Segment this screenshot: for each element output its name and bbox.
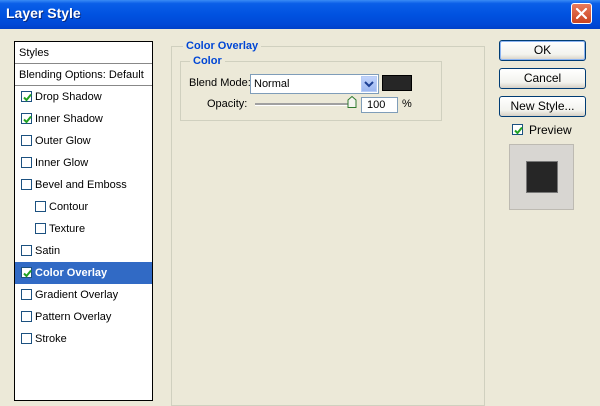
styles-item-label: Satin [35,245,61,257]
checkmark-icon [514,126,523,135]
styles-item-label: Inner Shadow [35,113,103,125]
styles-item-label: Inner Glow [35,157,89,169]
preview-label: Preview [529,123,572,137]
dropdown-button[interactable] [361,76,377,92]
styles-item-contour[interactable]: Contour [15,196,152,218]
styles-item-label: Blending Options: Default [19,69,144,81]
styles-item-label: Texture [49,223,86,235]
checkmark-icon [23,115,32,124]
opacity-unit: % [402,98,412,110]
chevron-down-icon [364,81,374,88]
styles-item-label: Drop Shadow [35,91,102,103]
styles-item-satin[interactable]: Satin [15,240,152,262]
preview-thumbnail [526,161,558,193]
styles-item-outer-glow[interactable]: Outer Glow [15,130,152,152]
styles-item-gradient-overlay[interactable]: Gradient Overlay [15,284,152,306]
cancel-button[interactable]: Cancel [499,68,586,89]
styles-header-label: Styles [19,47,49,59]
styles-item-checkbox[interactable] [21,289,32,300]
opacity-label: Opacity: [207,98,248,110]
window-title: Layer Style [6,5,81,21]
styles-item-label: Bevel and Emboss [35,179,127,191]
blend-mode-value: Normal [254,78,290,90]
styles-item-color-overlay[interactable]: Color Overlay [15,262,152,284]
styles-item-checkbox[interactable] [35,223,46,234]
styles-item-checkbox[interactable] [21,135,32,146]
styles-item-inner-shadow[interactable]: Inner Shadow [15,108,152,130]
styles-item-drop-shadow[interactable]: Drop Shadow [15,86,152,108]
styles-item-pattern-overlay[interactable]: Pattern Overlay [15,306,152,328]
styles-item-label: Contour [49,201,89,213]
styles-item-label: Color Overlay [35,267,108,279]
slider-thumb-icon[interactable] [347,96,357,108]
styles-item-blending-options-default[interactable]: Blending Options: Default [15,64,152,86]
styles-item-checkbox[interactable] [21,179,32,190]
opacity-slider-track[interactable] [255,103,353,106]
close-icon [575,7,588,20]
styles-list: Styles Blending Options: Default Drop Sha… [14,41,153,401]
color-overlay-title: Color Overlay [183,40,262,52]
opacity-value: 100 [367,99,386,111]
styles-header[interactable]: Styles [15,42,152,64]
blend-mode-label: Blend Mode: [189,77,251,89]
styles-item-label: Gradient Overlay [35,289,119,301]
styles-item-checkbox[interactable] [21,333,32,344]
preview-checkbox[interactable] [512,124,523,135]
color-subgroup-title: Color [190,55,225,67]
styles-item-checkbox[interactable] [21,245,32,256]
styles-item-texture[interactable]: Texture [15,218,152,240]
styles-item-label: Pattern Overlay [35,311,112,323]
new-style-button[interactable]: New Style... [499,96,586,117]
styles-item-checkbox[interactable] [21,91,32,102]
checkmark-icon [23,93,32,102]
overlay-color-swatch[interactable] [382,75,412,91]
title-bar[interactable]: Layer Style [0,0,600,29]
styles-item-bevel-and-emboss[interactable]: Bevel and Emboss [15,174,152,196]
ok-button[interactable]: OK [499,40,586,61]
opacity-input[interactable]: 100 [361,97,398,113]
checkmark-icon [23,269,32,278]
styles-item-label: Outer Glow [35,135,91,147]
styles-item-checkbox[interactable] [21,157,32,168]
blend-mode-select[interactable]: Normal [250,74,379,94]
close-button[interactable] [571,3,592,24]
styles-item-inner-glow[interactable]: Inner Glow [15,152,152,174]
styles-item-stroke[interactable]: Stroke [15,328,152,350]
preview-box [509,144,574,210]
styles-item-checkbox[interactable] [21,311,32,322]
styles-item-checkbox[interactable] [21,267,32,278]
styles-item-label: Stroke [35,333,67,345]
styles-item-checkbox[interactable] [21,113,32,124]
styles-item-checkbox[interactable] [35,201,46,212]
